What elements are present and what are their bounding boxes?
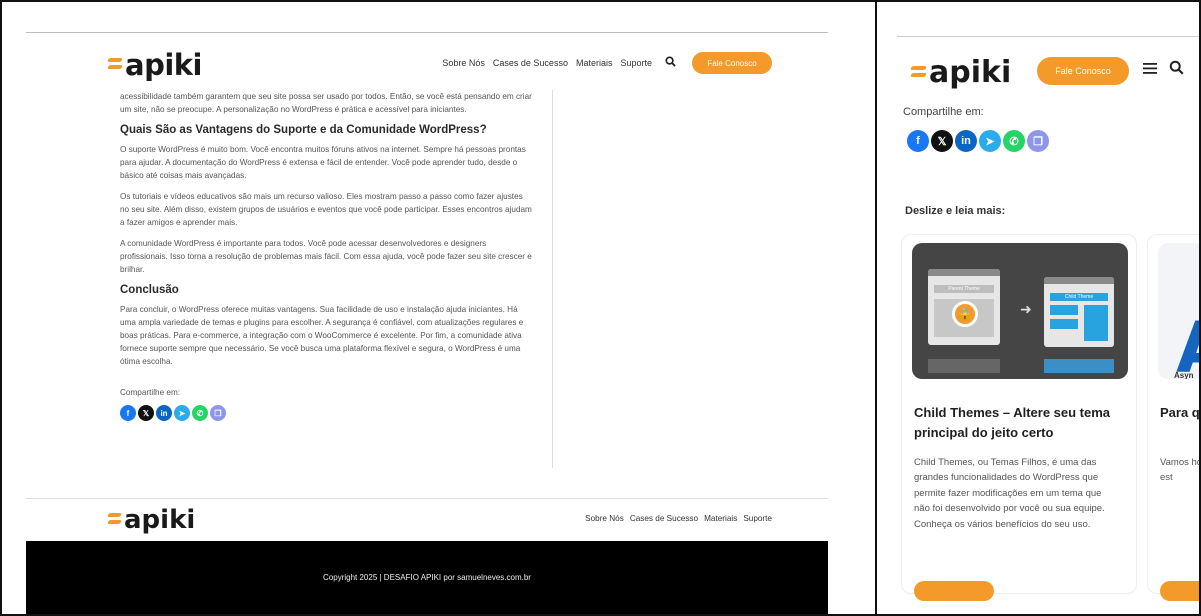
search-icon[interactable] — [1169, 60, 1184, 80]
post-card-image: A Asyn — [1158, 243, 1199, 379]
contact-button[interactable]: Fale Conosco — [692, 52, 772, 74]
read-more-button[interactable] — [914, 581, 994, 601]
copy-link-icon[interactable]: ❐ — [210, 405, 226, 421]
main-nav: Sobre Nós Cases de Sucesso Materiais Sup… — [441, 52, 772, 74]
linkedin-icon[interactable]: in — [156, 405, 172, 421]
site-header: apiki Sobre Nós Cases de Sucesso Materia… — [26, 34, 828, 92]
x-icon[interactable]: 𝕏 — [138, 405, 154, 421]
logo-mark-icon — [107, 513, 122, 527]
linkedin-icon[interactable]: in — [955, 130, 977, 152]
copyright-bar: Copyright 2025 | DESAFIO APIKI por samue… — [26, 541, 828, 614]
article-body: acessibilidade também garantem que seu s… — [120, 90, 532, 421]
site-logo[interactable]: apiki — [910, 55, 1011, 90]
footer-nav-suporte[interactable]: Suporte — [743, 514, 772, 523]
footer-nav-cases-de-sucesso[interactable]: Cases de Sucesso — [630, 514, 698, 523]
x-icon[interactable]: 𝕏 — [931, 130, 953, 152]
section-heading-conclusion: Conclusão — [120, 284, 179, 296]
mobile-viewport: apiki Fale Conosco Compartilhe em: f 𝕏 i… — [877, 0, 1201, 616]
search-icon[interactable] — [665, 56, 676, 70]
logo-mark-icon — [910, 65, 927, 80]
whatsapp-icon[interactable]: ✆ — [1003, 130, 1025, 152]
header-top-divider — [26, 32, 828, 33]
footer-nav-sobre-nos[interactable]: Sobre Nós — [585, 514, 624, 523]
read-more-button[interactable] — [1160, 581, 1199, 601]
nav-materiais[interactable]: Materiais — [575, 56, 614, 70]
nav-sobre-nos[interactable]: Sobre Nós — [441, 56, 486, 70]
nav-suporte[interactable]: Suporte — [619, 56, 653, 70]
mobile-header: apiki Fale Conosco — [877, 37, 1199, 99]
desktop-viewport: apiki Sobre Nós Cases de Sucesso Materia… — [0, 0, 877, 616]
footer-nav-materiais[interactable]: Materiais — [704, 514, 737, 523]
child-theme-mockup: Child Theme — [1044, 277, 1114, 347]
site-logo[interactable]: apiki — [107, 48, 203, 82]
article-paragraph: A comunidade WordPress é importante para… — [120, 239, 532, 274]
post-card[interactable]: A Asyn Para q usá-lo Vamos homena da DC … — [1147, 234, 1199, 601]
post-card-title[interactable]: Child Themes – Altere seu tema principal… — [914, 403, 1124, 443]
article-paragraph: acessibilidade também garantem que seu s… — [120, 92, 532, 114]
whatsapp-icon[interactable]: ✆ — [192, 405, 208, 421]
telegram-icon[interactable]: ➤ — [174, 405, 190, 421]
child-themes-illustration: Parent Theme 🔒 ➜ Child Theme — [912, 243, 1128, 379]
lock-icon: 🔒 — [952, 301, 978, 327]
nav-cases-de-sucesso[interactable]: Cases de Sucesso — [492, 56, 569, 70]
article-paragraph: Para concluir, o WordPress oferece muita… — [120, 305, 524, 366]
copy-link-icon[interactable]: ❐ — [1027, 130, 1049, 152]
post-card-excerpt: Child Themes, ou Temas Filhos, é uma das… — [914, 457, 1105, 530]
sidebar-divider — [552, 90, 553, 468]
post-card[interactable]: Parent Theme 🔒 ➜ Child Theme Child Theme… — [901, 234, 1137, 601]
site-footer: apiki Sobre Nós Cases de Sucesso Materia… — [26, 499, 828, 541]
facebook-icon[interactable]: f — [120, 405, 136, 421]
section-heading-support: Quais São as Vantagens do Suporte e da C… — [120, 124, 487, 136]
arrow-right-icon: ➜ — [1020, 301, 1032, 317]
footer-logo[interactable]: apiki — [107, 505, 195, 535]
share-label: Compartilhe em: — [120, 388, 181, 397]
telegram-icon[interactable]: ➤ — [979, 130, 1001, 152]
post-card-excerpt: Vamos homena da DC C para tor interativ … — [1160, 457, 1199, 484]
hamburger-menu-icon[interactable] — [1143, 59, 1159, 80]
share-icons-mobile: f 𝕏 in ➤ ✆ ❐ — [907, 130, 1049, 152]
footer-nav: Sobre Nós Cases de Sucesso Materiais Sup… — [585, 514, 772, 523]
more-posts-label: Deslize e leia mais: — [905, 205, 1006, 217]
contact-button[interactable]: Fale Conosco — [1037, 57, 1129, 85]
facebook-icon[interactable]: f — [907, 130, 929, 152]
article-paragraph: Os tutoriais e vídeos educativos são mai… — [120, 192, 532, 227]
share-icons-desktop: f 𝕏 in ➤ ✆ ❐ — [120, 405, 532, 421]
logo-mark-icon — [107, 58, 123, 72]
share-label: Compartilhe em: — [903, 106, 984, 118]
post-card-title[interactable]: Para q usá-lo — [1160, 403, 1199, 423]
article-paragraph: O suporte WordPress é muito bom. Você en… — [120, 145, 526, 180]
